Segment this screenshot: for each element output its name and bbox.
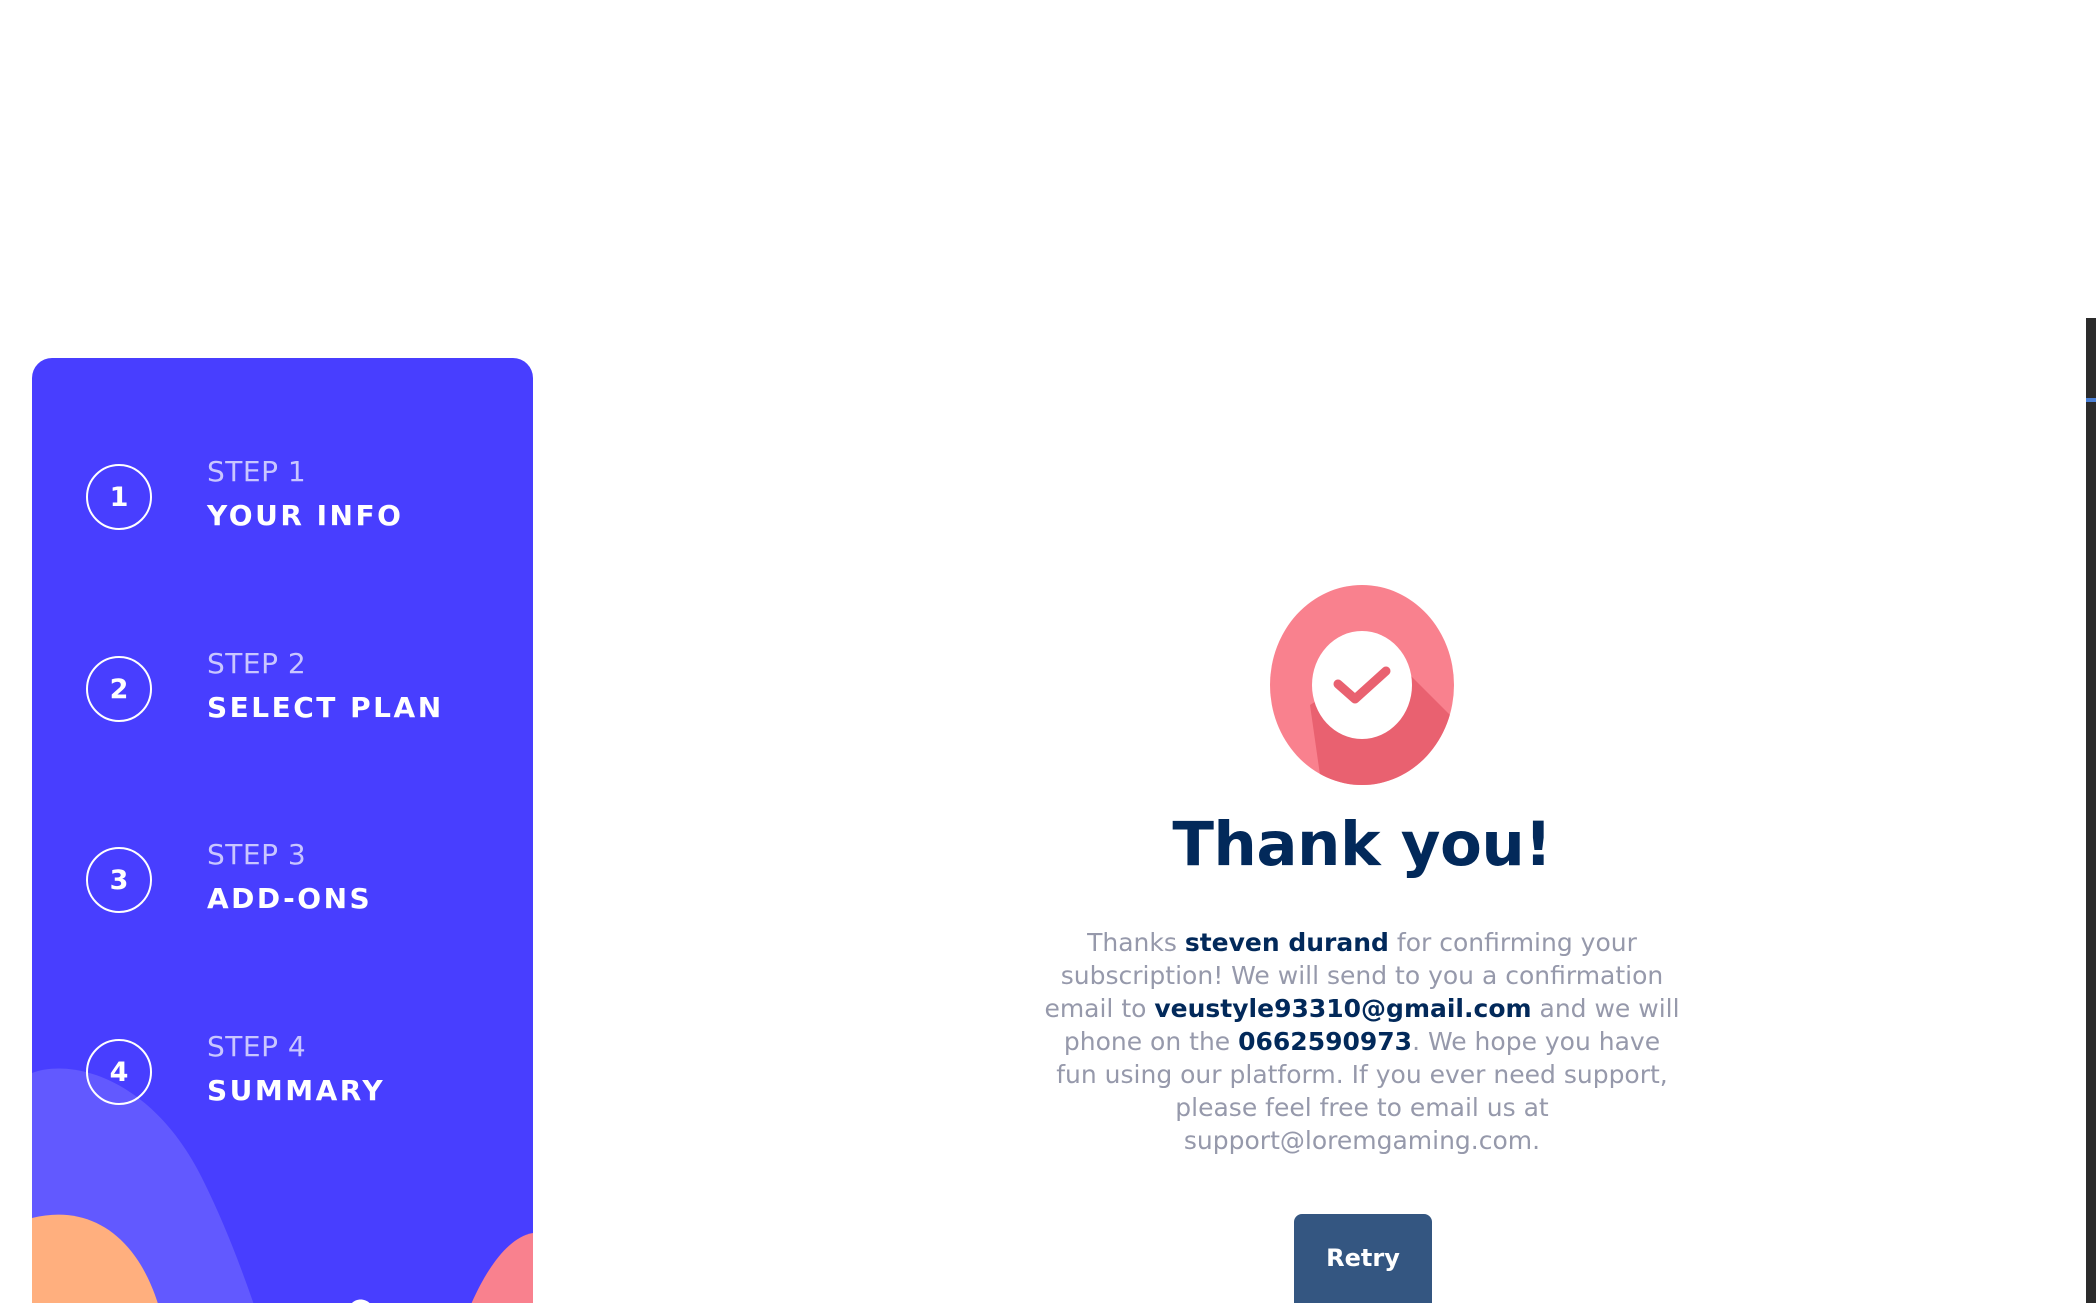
step-title-1: YOUR INFO (207, 499, 404, 532)
step-text-1: STEP 1 YOUR INFO (207, 454, 403, 536)
step-text-3: STEP 3 ADD-ONS (207, 837, 372, 919)
user-name: steven durand (1184, 928, 1389, 957)
user-phone: 0662590973 (1238, 1027, 1413, 1056)
sidebar-step-2[interactable]: 2 STEP 2 SELECT PLAN (86, 646, 506, 736)
sidebar: 1 STEP 1 YOUR INFO 2 STEP 2 SELECT PLAN … (32, 358, 533, 1303)
step-label-3: STEP 3 (207, 838, 307, 871)
step-number-4[interactable]: 4 (86, 1039, 152, 1105)
step-label-2: STEP 2 (207, 647, 307, 680)
confirmation-message: Thanks steven durand for confirming your… (1040, 926, 1684, 1157)
sidebar-step-3[interactable]: 3 STEP 3 ADD-ONS (86, 837, 506, 927)
checkmark-circle-icon (1270, 585, 1454, 785)
sidebar-step-1[interactable]: 1 STEP 1 YOUR INFO (86, 454, 506, 544)
step-title-2: SELECT PLAN (207, 691, 444, 724)
step-number-2[interactable]: 2 (86, 656, 152, 722)
step-number-1[interactable]: 1 (86, 464, 152, 530)
user-email: veustyle93310@gmail.com (1154, 994, 1532, 1023)
step-label-1: STEP 1 (207, 455, 307, 488)
window-edge-accent (2086, 398, 2096, 402)
step-number-3[interactable]: 3 (86, 847, 152, 913)
retry-button[interactable]: Retry (1294, 1214, 1432, 1303)
thank-you-title: Thank you! (1172, 809, 1552, 880)
step-text-2: STEP 2 SELECT PLAN (207, 646, 444, 728)
message-part-1: Thanks (1087, 928, 1185, 957)
step-title-4: SUMMARY (207, 1074, 386, 1107)
sidebar-step-4[interactable]: 4 STEP 4 SUMMARY (86, 1029, 506, 1119)
window-edge (2086, 318, 2096, 1303)
step-text-4: STEP 4 SUMMARY (207, 1029, 385, 1111)
step-label-4: STEP 4 (207, 1030, 307, 1063)
step-title-3: ADD-ONS (207, 882, 373, 915)
page: 1 STEP 1 YOUR INFO 2 STEP 2 SELECT PLAN … (0, 0, 2096, 1303)
